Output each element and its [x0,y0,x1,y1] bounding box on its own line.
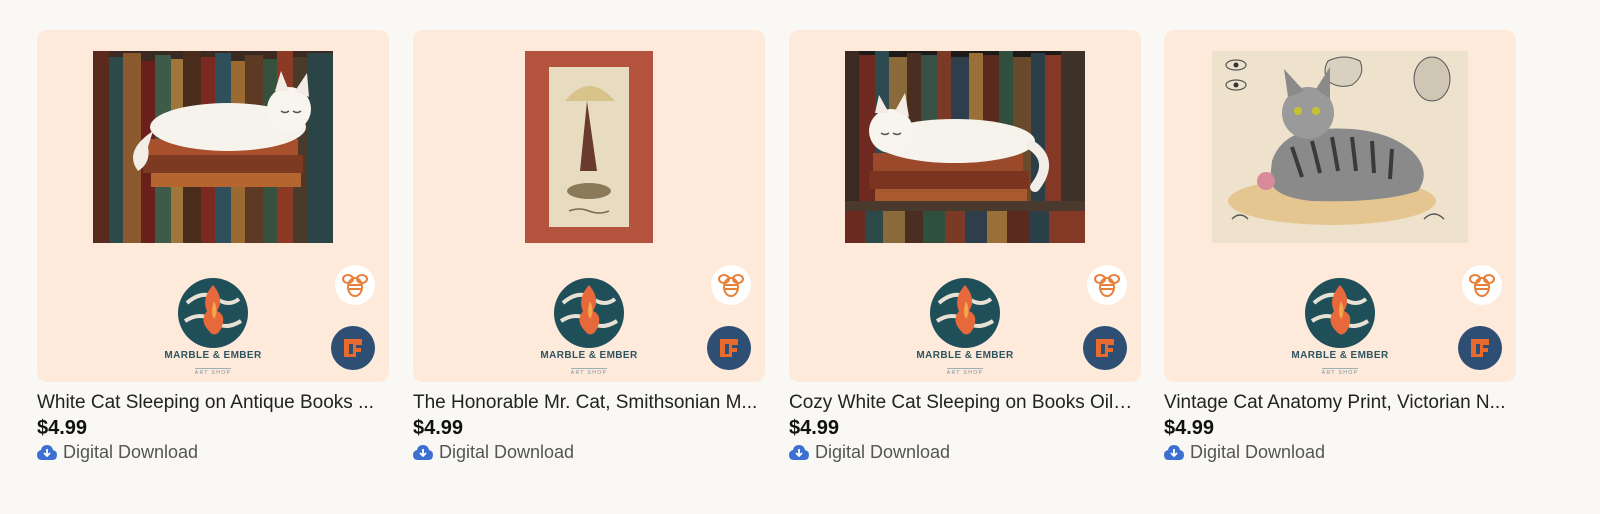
shop-logo: MARBLE & EMBER ART SHOP [910,277,1020,379]
listing-thumbnail[interactable]: MARBLE & EMBER ART SHOP [413,30,765,382]
bee-icon [1462,265,1502,305]
listing-title[interactable]: White Cat Sleeping on Antique Books ... [37,391,382,415]
shop-subtitle: ART SHOP [1321,368,1359,376]
shop-subtitle: ART SHOP [570,368,608,376]
bee-icon [1087,265,1127,305]
delivery-info: Digital Download [413,442,765,463]
listing-title[interactable]: Vintage Cat Anatomy Print, Victorian N..… [1164,391,1509,415]
listing-thumbnail[interactable]: MARBLE & EMBER ART SHOP [1164,30,1516,382]
shop-name: MARBLE & EMBER [164,350,262,361]
shop-name: MARBLE & EMBER [916,350,1014,361]
artwork-image [93,51,333,243]
bee-icon [711,265,751,305]
download-cloud-icon [1164,444,1184,460]
delivery-label: Digital Download [439,442,575,462]
listing-grid: MARBLE & EMBER ART SHOP White Cat Sleepi… [0,0,1600,514]
listing-title[interactable]: The Honorable Mr. Cat, Smithsonian M... [413,391,758,415]
listing-card[interactable]: MARBLE & EMBER ART SHOP Cozy White Cat S… [789,30,1141,463]
artwork-image [1212,51,1468,243]
listing-thumbnail[interactable]: MARBLE & EMBER ART SHOP [37,30,389,382]
listing-thumbnail[interactable]: MARBLE & EMBER ART SHOP [789,30,1141,382]
download-cloud-icon [413,444,433,460]
artwork-image [845,51,1085,243]
delivery-info: Digital Download [789,442,1141,463]
bee-icon [335,265,375,305]
shop-logo: MARBLE & EMBER ART SHOP [158,277,268,379]
delivery-info: Digital Download [1164,442,1516,463]
flame-logo-icon [1305,278,1375,348]
etsy-shop-icon [707,326,751,370]
delivery-label: Digital Download [815,442,951,462]
listing-card[interactable]: MARBLE & EMBER ART SHOP The Honorable Mr… [413,30,765,463]
delivery-label: Digital Download [1190,442,1326,462]
download-cloud-icon [789,444,809,460]
listing-price: $4.99 [37,417,88,439]
listing-price: $4.99 [789,417,840,439]
shop-logo: MARBLE & EMBER ART SHOP [1285,277,1395,379]
shop-logo: MARBLE & EMBER ART SHOP [534,277,644,379]
listing-card[interactable]: MARBLE & EMBER ART SHOP Vintage Cat Anat… [1164,30,1516,463]
etsy-shop-icon [1083,326,1127,370]
listing-price: $4.99 [1164,417,1215,439]
shop-name: MARBLE & EMBER [1291,350,1389,361]
listing-price: $4.99 [413,417,464,439]
flame-logo-icon [930,278,1000,348]
etsy-shop-icon [331,326,375,370]
listing-card[interactable]: MARBLE & EMBER ART SHOP White Cat Sleepi… [37,30,389,463]
delivery-info: Digital Download [37,442,389,463]
listing-title[interactable]: Cozy White Cat Sleeping on Books Oil ... [789,391,1134,415]
delivery-label: Digital Download [63,442,199,462]
flame-logo-icon [554,278,624,348]
shop-name: MARBLE & EMBER [540,350,638,361]
shop-subtitle: ART SHOP [194,368,232,376]
etsy-shop-icon [1458,326,1502,370]
download-cloud-icon [37,444,57,460]
flame-logo-icon [178,278,248,348]
artwork-image [525,51,653,243]
shop-subtitle: ART SHOP [946,368,984,376]
